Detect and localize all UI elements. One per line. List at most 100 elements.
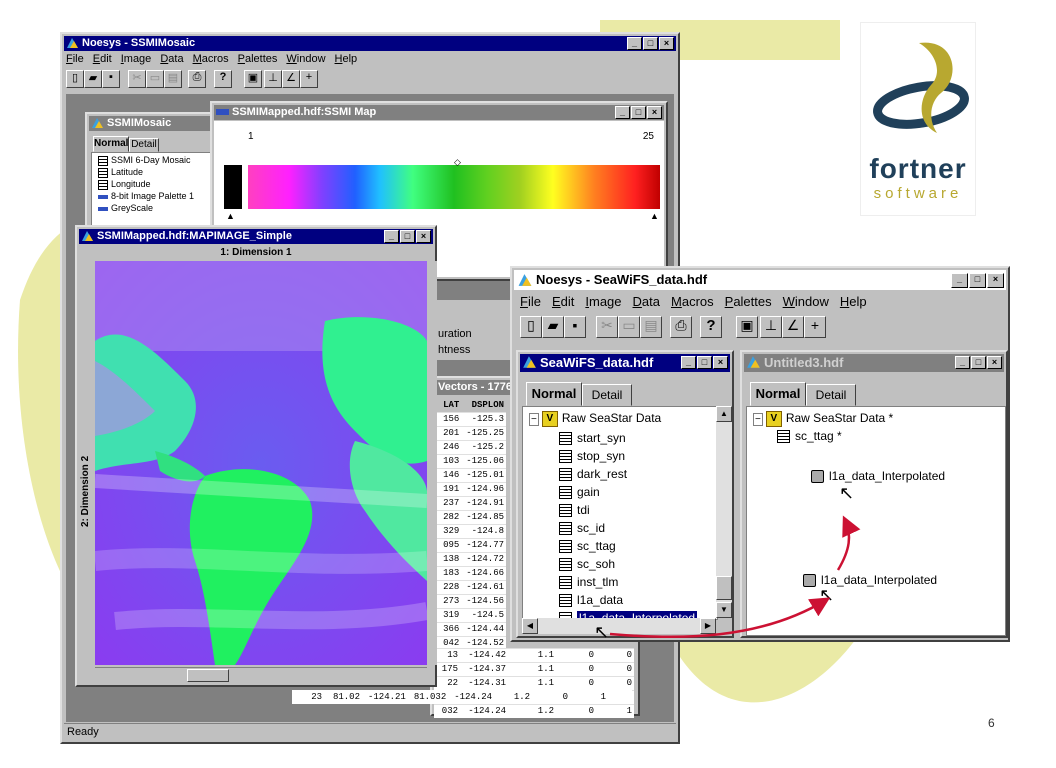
tab-normal[interactable]: Normal <box>526 382 582 406</box>
palette-marker-icon[interactable]: ◇ <box>454 157 461 168</box>
tab-detail[interactable]: Detail <box>129 138 159 152</box>
save-icon[interactable]: ▪ <box>564 316 586 338</box>
table-row[interactable]: 156 -125.3 <box>434 412 506 426</box>
table-row[interactable]: 191 -124.96 <box>434 482 506 496</box>
print-icon[interactable]: ⎙ <box>670 316 692 338</box>
menu-file[interactable]: File <box>520 294 541 309</box>
vector-tool-icon[interactable]: ∠ <box>782 316 804 338</box>
table-row[interactable]: 13 -124.42 1.1 0 0 <box>434 648 634 662</box>
crosshair-tool-icon[interactable]: + <box>804 316 826 338</box>
open-folder-icon[interactable]: ▰ <box>84 70 102 88</box>
minimize-icon[interactable]: _ <box>681 356 696 369</box>
table-row[interactable]: 366 -124.44 <box>434 622 506 636</box>
menu-data[interactable]: Data <box>160 53 183 65</box>
maximize-icon[interactable]: □ <box>643 37 658 50</box>
table-row[interactable]: 103 -125.06 <box>434 454 506 468</box>
table-row[interactable]: 175 -124.37 1.1 0 0 <box>434 662 634 676</box>
help-icon[interactable]: ? <box>700 316 722 338</box>
menu-data[interactable]: Data <box>633 294 660 309</box>
maximize-icon[interactable]: □ <box>400 230 415 243</box>
table-row[interactable]: 183 -124.66 <box>434 566 506 580</box>
tree-item[interactable]: tdi <box>559 501 590 519</box>
scroll-thumb[interactable] <box>187 669 229 682</box>
table-row[interactable]: 282 -124.85 <box>434 510 506 524</box>
vertical-scrollbar[interactable] <box>427 261 437 665</box>
maximize-icon[interactable]: □ <box>697 356 712 369</box>
close-icon[interactable]: × <box>416 230 431 243</box>
scroll-down-icon[interactable]: ▼ <box>716 602 732 618</box>
menu-window[interactable]: Window <box>783 294 829 309</box>
copy-icon[interactable]: ▭ <box>618 316 640 338</box>
menu-palettes[interactable]: Palettes <box>725 294 772 309</box>
table-row[interactable]: 095 -124.77 <box>434 538 506 552</box>
dropped-item-top[interactable]: l1a_data_Interpolated <box>811 467 945 485</box>
menu-macros[interactable]: Macros <box>193 53 229 65</box>
table-row[interactable]: 22 -124.31 1.1 0 0 <box>434 676 634 690</box>
tab-normal[interactable]: Normal <box>93 136 129 152</box>
tree-item[interactable]: sc_ttag * <box>777 427 842 445</box>
table-row[interactable]: 246 -125.2 <box>434 440 506 454</box>
menu-window[interactable]: Window <box>286 53 325 65</box>
maximize-icon[interactable]: □ <box>969 273 986 288</box>
tree-item[interactable]: SSMI 6-Day Mosaic <box>98 155 191 166</box>
close-icon[interactable]: × <box>647 106 662 119</box>
close-icon[interactable]: × <box>713 356 728 369</box>
palette-right-handle-icon[interactable]: ▲ <box>650 211 659 221</box>
copy-icon[interactable]: ▭ <box>146 70 164 88</box>
new-file-icon[interactable]: ▯ <box>66 70 84 88</box>
table-row[interactable]: 23 81.02 -124.21 81.032 -124.24 1.2 0 1 <box>292 690 632 704</box>
scroll-right-icon[interactable]: ▶ <box>700 618 716 634</box>
tree-item[interactable]: sc_id <box>559 519 605 537</box>
image-tool-icon[interactable]: ▣ <box>244 70 262 88</box>
table-row[interactable]: 138 -124.72 <box>434 552 506 566</box>
scroll-thumb[interactable] <box>716 576 732 600</box>
open-folder-icon[interactable]: ▰ <box>542 316 564 338</box>
close-icon[interactable]: × <box>659 37 674 50</box>
tree-item[interactable]: inst_tlm <box>559 573 618 591</box>
tree-root[interactable]: − V Raw SeaStar Data * <box>753 409 893 427</box>
menu-help[interactable]: Help <box>840 294 867 309</box>
table-row[interactable]: 201 -125.25 <box>434 426 506 440</box>
tree-item[interactable]: stop_syn <box>559 447 625 465</box>
menu-image[interactable]: Image <box>121 53 152 65</box>
maximize-icon[interactable]: □ <box>971 356 986 369</box>
table-row[interactable]: 329 -124.8 <box>434 524 506 538</box>
tree-item[interactable]: GreyScale <box>98 203 153 213</box>
save-icon[interactable]: ▪ <box>102 70 120 88</box>
paste-icon[interactable]: ▤ <box>640 316 662 338</box>
table-row[interactable]: 228 -124.61 <box>434 580 506 594</box>
new-file-icon[interactable]: ▯ <box>520 316 542 338</box>
cut-icon[interactable]: ✂ <box>128 70 146 88</box>
minimize-icon[interactable]: _ <box>955 356 970 369</box>
horizontal-scrollbar[interactable] <box>95 667 427 682</box>
minimize-icon[interactable]: _ <box>615 106 630 119</box>
tree-item[interactable]: 8-bit Image Palette 1 <box>98 191 194 201</box>
menu-edit[interactable]: Edit <box>93 53 112 65</box>
minimize-icon[interactable]: _ <box>384 230 399 243</box>
maximize-icon[interactable]: □ <box>631 106 646 119</box>
scroll-up-icon[interactable]: ▲ <box>716 406 732 422</box>
tree-item[interactable]: start_syn <box>559 429 626 447</box>
vector-tool-icon[interactable]: ∠ <box>282 70 300 88</box>
help-icon[interactable]: ? <box>214 70 232 88</box>
left-vertical-scrollbar[interactable]: ▲ ▼ <box>716 406 732 618</box>
menu-help[interactable]: Help <box>335 53 358 65</box>
close-icon[interactable]: × <box>987 273 1004 288</box>
table-row[interactable]: 032 -124.24 1.2 0 1 <box>434 704 634 718</box>
tree-item[interactable]: Latitude <box>98 167 143 178</box>
table-row[interactable]: 237 -124.91 <box>434 496 506 510</box>
table-row[interactable]: 146 -125.01 <box>434 468 506 482</box>
image-tool-icon[interactable]: ▣ <box>736 316 758 338</box>
tree-item[interactable]: dark_rest <box>559 465 627 483</box>
palette-left-handle-icon[interactable]: ▲ <box>226 211 235 221</box>
tree-item[interactable]: sc_soh <box>559 555 615 573</box>
tab-detail[interactable]: Detail <box>806 384 856 406</box>
tree-item[interactable]: sc_ttag <box>559 537 616 555</box>
menu-palettes[interactable]: Palettes <box>238 53 278 65</box>
minimize-icon[interactable]: _ <box>951 273 968 288</box>
print-icon[interactable]: ⎙ <box>188 70 206 88</box>
table-row[interactable]: 273 -124.56 <box>434 594 506 608</box>
tab-detail[interactable]: Detail <box>582 384 632 406</box>
tree-root[interactable]: − V Raw SeaStar Data <box>529 409 661 427</box>
table-row[interactable]: 319 -124.5 <box>434 608 506 622</box>
